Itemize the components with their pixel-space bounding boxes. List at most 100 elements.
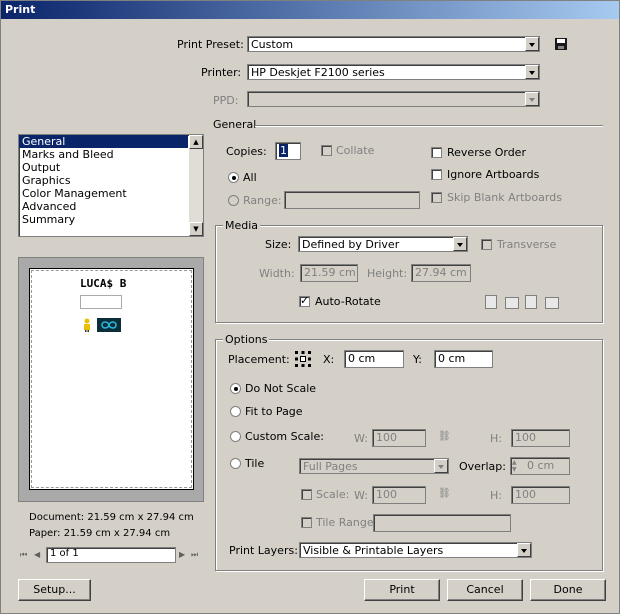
printer-label: Printer: [201,66,242,79]
constrain-proportions-icon[interactable]: ⛓ [438,431,451,442]
media-group-label: Media [223,219,261,232]
all-radio[interactable] [228,172,239,183]
copies-value: 1 [279,144,288,157]
tile-scale-label: Scale: [316,488,350,501]
tile-constrain-icon[interactable]: ⛓ [438,488,451,499]
scroll-up-icon[interactable]: ▲ [189,135,203,149]
print-button[interactable]: Print [364,579,440,601]
sidebar-item-general[interactable]: General [19,135,188,148]
size-label: Size: [265,238,292,251]
print-preset-select[interactable]: Custom [247,36,540,52]
preview-paper: LUCA$ B [29,268,194,490]
tile-range-checkbox[interactable] [301,517,312,528]
tile-scale-checkbox[interactable] [301,489,312,500]
custom-w-field[interactable]: 100 [372,429,426,447]
height-field[interactable]: 27.94 cm [411,264,471,282]
copies-label: Copies: [226,145,267,158]
tile-label: Tile [245,457,265,470]
chevron-down-icon[interactable] [453,237,467,251]
transverse-checkbox[interactable] [481,239,492,250]
height-value: 27.94 cm [415,266,467,279]
size-select[interactable]: Defined by Driver [298,236,468,252]
infinity-logo-icon [97,318,121,332]
auto-rotate-label: Auto-Rotate [315,295,381,308]
sidebar-item-advanced[interactable]: Advanced [19,200,203,213]
sidebar-item-summary[interactable]: Summary [19,213,203,226]
chevron-down-icon[interactable] [525,65,539,79]
reverse-order-checkbox[interactable] [431,147,442,158]
save-preset-icon[interactable] [554,37,568,51]
fit-to-page-radio[interactable] [230,406,241,417]
placement-label: Placement: [228,353,290,366]
next-page-icon[interactable]: ▶ [179,550,189,560]
chevron-down-icon[interactable] [525,37,539,51]
overlap-stepper-icon[interactable]: ▲ ▼ [512,459,517,473]
scroll-down-icon[interactable]: ▼ [189,222,203,236]
tile-range-label: Tile Range: [316,516,378,529]
ppd-label: PPD: [213,94,239,107]
range-radio[interactable] [228,195,239,206]
range-field[interactable] [284,191,420,209]
overlap-field[interactable]: 0 cm [510,457,570,475]
print-preview[interactable]: LUCA$ B [18,257,204,502]
y-label: Y: [413,353,422,366]
chevron-down-icon [434,459,448,473]
sidebar-item-color-management[interactable]: Color Management [19,187,203,200]
sidebar-item-output[interactable]: Output [19,161,203,174]
size-value: Defined by Driver [302,238,400,251]
category-list[interactable]: General Marks and Bleed Output Graphics … [18,134,204,237]
auto-rotate-checkbox[interactable] [299,294,310,307]
tile-select[interactable]: Full Pages [299,458,449,474]
page-number-field[interactable]: 1 of 1 [46,547,176,563]
printer-value: HP Deskjet F2100 series [251,66,385,79]
ppd-select[interactable] [247,91,540,107]
sidebar-item-marks-and-bleed[interactable]: Marks and Bleed [19,148,203,161]
landscape-flipped-icon[interactable] [545,297,559,309]
section-divider [255,125,603,127]
tile-w-field[interactable]: 100 [372,486,426,504]
cancel-button[interactable]: Cancel [447,579,523,601]
collate-label: Collate [336,144,375,157]
chevron-down-icon [525,92,539,106]
last-page-icon[interactable]: ⏭ [191,550,203,560]
skip-blank-artboards-checkbox[interactable] [431,192,442,203]
previous-page-icon[interactable]: ◀ [34,550,44,560]
section-title: General [213,118,257,131]
preview-logo-text: LUCA$ B [80,277,127,290]
list-scrollbar[interactable]: ▲ ▼ [189,135,203,236]
x-field[interactable]: 0 cm [344,350,404,368]
portrait-flipped-icon[interactable] [525,295,537,309]
landscape-icon[interactable] [505,297,519,309]
done-button[interactable]: Done [530,579,606,601]
tile-range-field[interactable] [373,514,511,532]
tile-h-value: 100 [515,488,536,501]
height-label: Height: [367,267,408,280]
tile-h-field[interactable]: 100 [511,486,570,504]
custom-scale-radio[interactable] [230,431,241,442]
reference-point-icon[interactable] [294,350,312,368]
setup-button[interactable]: Setup... [18,579,91,601]
custom-h-field[interactable]: 100 [511,429,570,447]
tile-h-label: H: [490,489,502,502]
chevron-down-icon[interactable] [517,543,531,557]
printer-select[interactable]: HP Deskjet F2100 series [247,64,540,80]
y-value: 0 cm [438,352,466,365]
ignore-artboards-checkbox[interactable] [431,169,442,180]
sidebar-item-graphics[interactable]: Graphics [19,174,203,187]
copies-field[interactable]: 1 [275,142,301,160]
range-label: Range: [243,194,282,207]
tile-w-value: 100 [376,488,397,501]
width-field[interactable]: 21.59 cm [300,264,358,282]
tile-radio[interactable] [230,458,241,469]
x-label: X: [323,353,335,366]
do-not-scale-radio[interactable] [230,383,241,394]
collate-checkbox[interactable] [321,145,332,156]
first-page-icon[interactable]: ⏮ [20,550,32,560]
overlap-value: 0 cm [527,459,555,472]
y-field[interactable]: 0 cm [434,350,493,368]
reverse-order-label: Reverse Order [447,146,526,159]
ignore-artboards-label: Ignore Artboards [447,168,540,181]
options-group-label: Options [223,333,270,346]
print-layers-select[interactable]: Visible & Printable Layers [299,542,532,558]
portrait-icon[interactable] [485,295,497,309]
